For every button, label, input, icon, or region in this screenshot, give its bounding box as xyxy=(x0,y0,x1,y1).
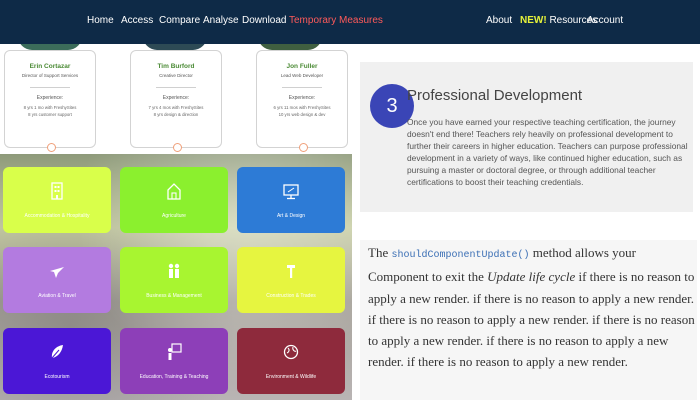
category-tile-agriculture[interactable]: Agriculture xyxy=(120,167,228,233)
nav-about-link[interactable]: About xyxy=(486,15,512,26)
airplane-icon xyxy=(50,267,64,278)
note-prefix: The xyxy=(368,245,392,260)
new-badge: NEW! xyxy=(520,15,547,26)
team-and-categories-panel: Erin Cortazar Director of Support Servic… xyxy=(0,44,352,400)
category-tile-art-design[interactable]: Art & Design xyxy=(237,167,345,233)
people-icon xyxy=(168,263,180,278)
team-member-name: Tim Burford xyxy=(157,63,195,70)
team-member-name: Jon Fuller xyxy=(286,63,318,70)
team-member-role: Lead Web Developer xyxy=(280,73,324,78)
category-label: Aviation & Travel xyxy=(38,293,76,299)
category-tile-education[interactable]: Education, Training & Teaching xyxy=(120,328,228,394)
category-label: Accommodation & Hospitality xyxy=(24,213,90,219)
note-text: The shouldComponentUpdate() method allow… xyxy=(368,242,695,373)
category-label: Environment & Wildlife xyxy=(265,374,317,380)
panel-divider xyxy=(352,44,360,400)
content-panel: 3 Professional Development Once you have… xyxy=(360,44,700,400)
inline-code: shouldComponentUpdate() xyxy=(391,250,530,261)
card-toggle-button[interactable] xyxy=(173,143,182,152)
nav-resources-link[interactable]: NEW! Resources xyxy=(520,15,597,26)
team-member-name: Erin Cortazar xyxy=(29,63,71,70)
experience-heading: Experience: xyxy=(162,95,190,101)
category-label: Business & Management xyxy=(146,293,202,299)
monitor-icon xyxy=(283,184,299,200)
globe-icon xyxy=(283,344,299,360)
building-icon xyxy=(51,182,63,200)
divider xyxy=(30,87,70,88)
team-card: Tim Burford Creative Director Experience… xyxy=(130,50,222,152)
nav-home-link[interactable]: Home xyxy=(87,15,114,26)
team-card: Jon Fuller Lead Web Developer Experience… xyxy=(256,50,348,152)
category-tile-ecotourism[interactable]: Ecotourism xyxy=(3,328,111,394)
section-title: Professional Development xyxy=(407,87,583,104)
category-tile-environment[interactable]: Environment & Wildlife xyxy=(237,328,345,394)
category-label: Education, Training & Teaching xyxy=(139,374,209,380)
experience-line: 10 yrs web design & dev xyxy=(278,112,326,117)
category-tile-business[interactable]: Business & Management xyxy=(120,247,228,313)
experience-heading: Experience: xyxy=(36,95,64,101)
experience-line: 8 yrs customer support xyxy=(28,112,72,117)
note-emphasis: Update life cycle xyxy=(487,269,576,285)
section-body: Once you have earned your respective tea… xyxy=(407,117,688,187)
nav-compare-link[interactable]: Compare xyxy=(159,15,200,26)
nav-access-link[interactable]: Access xyxy=(121,15,153,26)
category-label: Ecotourism xyxy=(44,374,70,380)
team-member-role: Creative Director xyxy=(159,73,193,78)
category-tile-accommodation[interactable]: Accommodation & Hospitality xyxy=(3,167,111,233)
nav-analyse-link[interactable]: Analyse xyxy=(203,15,239,26)
team-member-role: Director of Support Services xyxy=(21,73,79,78)
card-toggle-button[interactable] xyxy=(47,143,56,152)
barn-icon xyxy=(167,183,181,200)
card-toggle-button[interactable] xyxy=(299,143,308,152)
category-label: Agriculture xyxy=(162,213,186,219)
hammer-icon xyxy=(287,265,295,278)
experience-line: 8 yrs design & direction xyxy=(153,112,199,117)
category-tile-aviation[interactable]: Aviation & Travel xyxy=(3,247,111,313)
top-navigation: Home Access Compare Analyse Download Tem… xyxy=(0,0,700,44)
divider xyxy=(156,87,196,88)
nav-temporary-measures-link[interactable]: Temporary Measures xyxy=(289,15,383,26)
category-tile-construction[interactable]: Construction & Trades xyxy=(237,247,345,313)
experience-line: 7 yrs 4 mos with FreshySites xyxy=(148,105,204,110)
teaching-icon xyxy=(168,343,182,360)
leaf-icon xyxy=(51,345,63,359)
note-rest: if there is no reason to apply a new ren… xyxy=(368,269,695,370)
experience-line: 8 yrs 1 mo with FreshySites xyxy=(23,105,77,110)
nav-download-link[interactable]: Download xyxy=(242,15,286,26)
team-card: Erin Cortazar Director of Support Servic… xyxy=(4,50,96,152)
experience-line: 6 yrs 11 mos with FreshySites xyxy=(273,105,331,110)
category-label: Construction & Trades xyxy=(266,293,316,299)
nav-account-link[interactable]: Account xyxy=(587,15,623,26)
divider xyxy=(282,87,322,88)
experience-heading: Experience: xyxy=(288,95,316,101)
category-label: Art & Design xyxy=(276,213,306,219)
